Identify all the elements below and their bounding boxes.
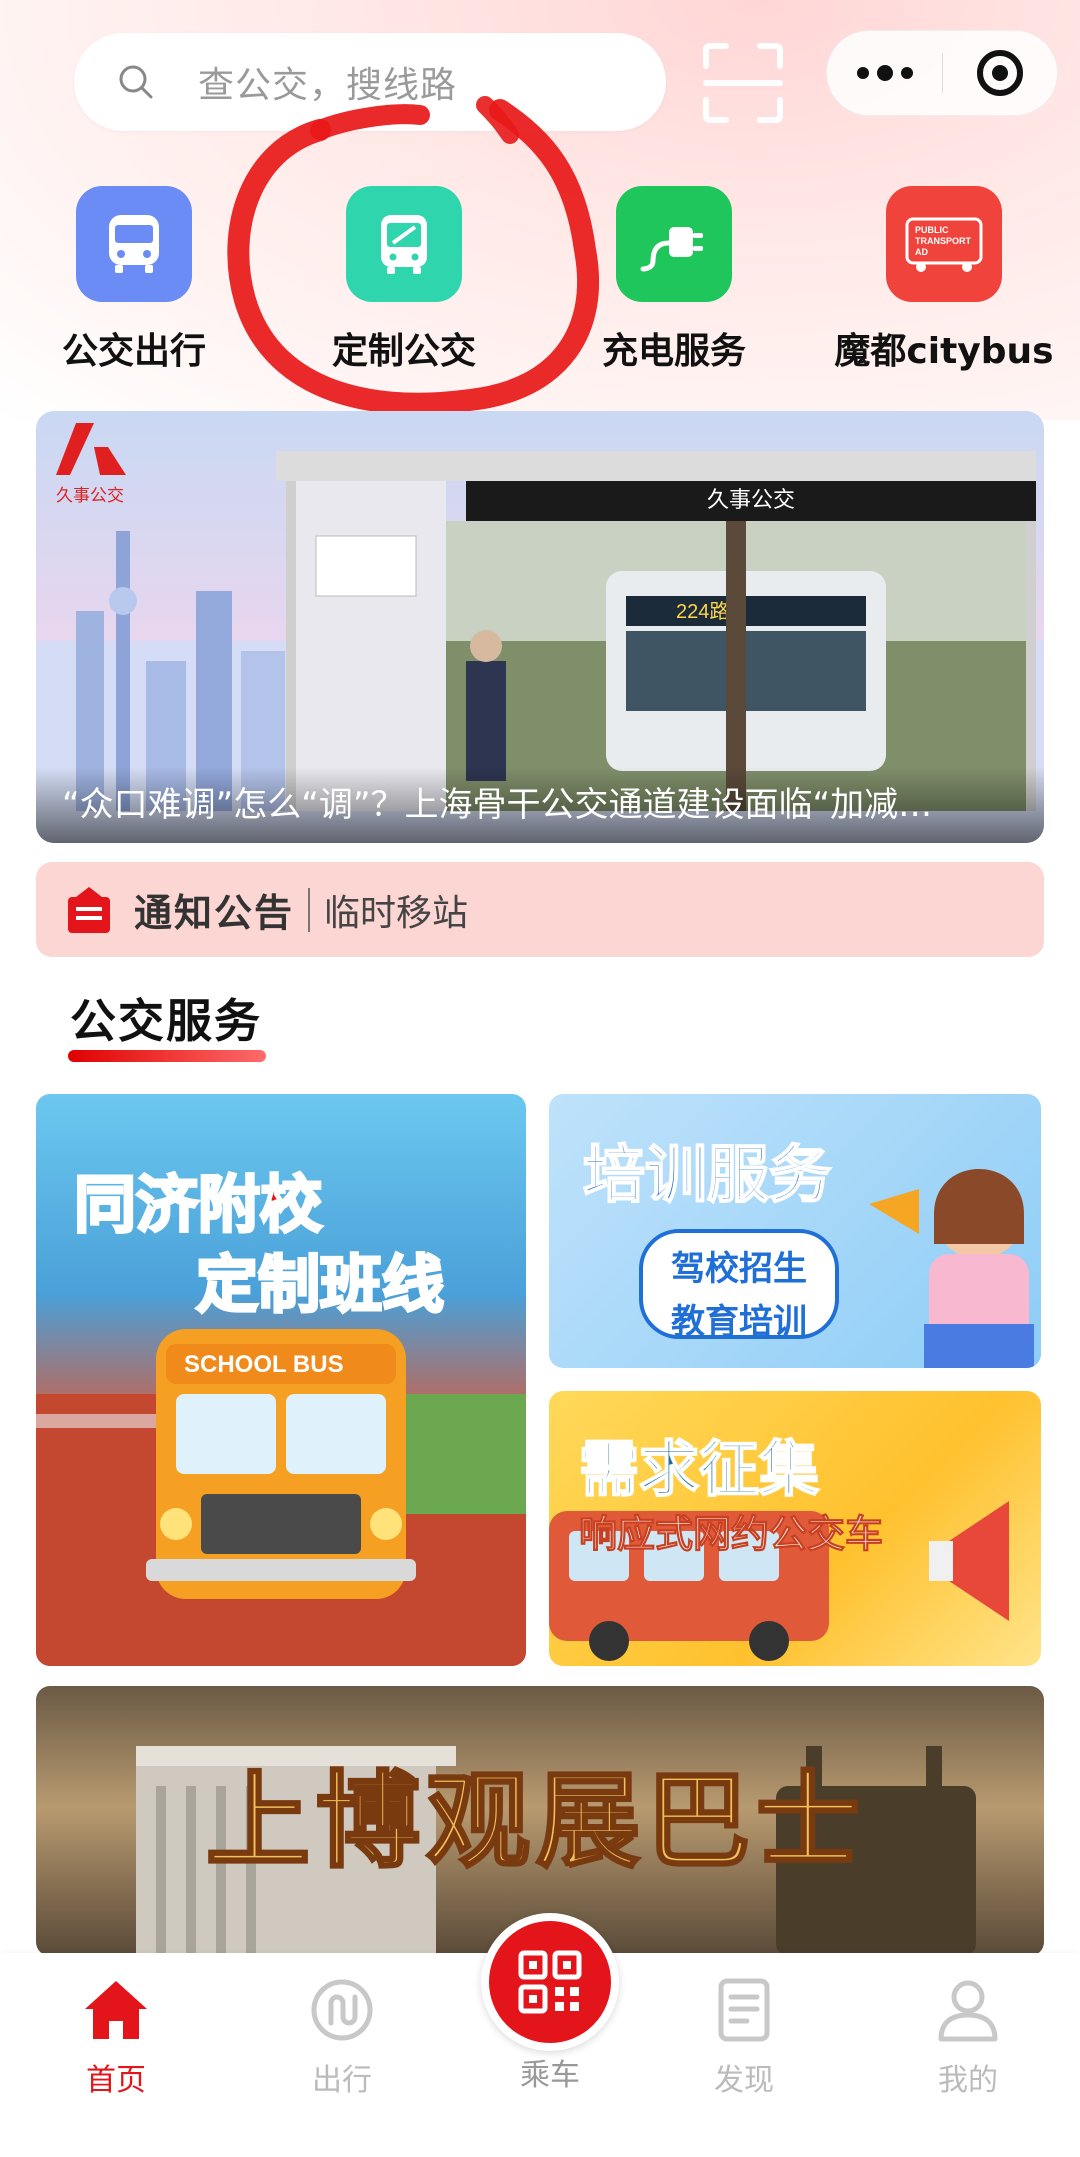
- training-card-title: 培训服务: [582, 1137, 832, 1212]
- svg-text:AD: AD: [915, 247, 928, 257]
- training-bubble: 驾校招生 教育培训: [639, 1229, 839, 1342]
- tab-label: 我的: [938, 2063, 998, 2098]
- quick-nav-label: 充电服务: [601, 331, 746, 372]
- card-demand-collection[interactable]: 需求征集 响应式网约公交车: [549, 1391, 1041, 1666]
- bus-icon: [76, 186, 192, 302]
- search-bar[interactable]: 查公交，搜线路: [74, 33, 666, 131]
- school-bus-sign: SCHOOL BUS: [184, 1351, 344, 1378]
- quick-nav-custom-bus[interactable]: 定制公交: [294, 186, 514, 374]
- scan-icon[interactable]: [700, 40, 786, 126]
- custom-bus-icon: [346, 186, 462, 302]
- jiushi-logo: 久事公交: [56, 423, 166, 506]
- qr-code-icon: [518, 1950, 582, 2014]
- search-placeholder: 查公交，搜线路: [198, 65, 458, 106]
- mini-program-capsule: [826, 30, 1058, 116]
- tab-label: 出行: [312, 2063, 372, 2098]
- quick-nav-charging[interactable]: 充电服务: [564, 186, 784, 374]
- search-icon: [119, 65, 153, 99]
- card-school-bus[interactable]: SCHOOL BUS 同济附校 定制班线: [36, 1094, 526, 1666]
- tab-discover[interactable]: 发现: [664, 1975, 824, 2099]
- museum-card-title: 上博观展巴士: [204, 1759, 867, 1884]
- public-transport-ad-icon: PUBLIC TRANSPORT AD: [886, 186, 1002, 302]
- notice-title: 通知公告: [134, 891, 295, 935]
- quick-nav-label: 公交出行: [61, 331, 206, 372]
- close-miniprogram-icon[interactable]: [943, 30, 1057, 116]
- svg-text:PUBLIC: PUBLIC: [915, 225, 949, 235]
- quick-nav-label: 定制公交: [331, 331, 476, 372]
- banner-caption: “众口难调”怎么“调”？上海骨干公交通道建设面临“加减…: [36, 767, 1044, 843]
- quick-nav-bus-travel[interactable]: 公交出行: [24, 186, 244, 374]
- section-title: 公交服务: [70, 994, 262, 1048]
- charging-plug-icon: [616, 186, 732, 302]
- tab-travel[interactable]: 出行: [262, 1975, 422, 2099]
- tab-mine[interactable]: 我的: [888, 1975, 1048, 2099]
- school-card-line1: 同济附校: [72, 1167, 323, 1243]
- more-options-icon[interactable]: [827, 30, 942, 116]
- demand-card-subtitle: 响应式网约公交车: [578, 1512, 884, 1557]
- training-card-line1: 驾校招生: [671, 1249, 807, 1289]
- logo-text: 久事公交: [56, 486, 124, 506]
- notice-divider: [308, 887, 311, 932]
- tab-label: 发现: [714, 2063, 774, 2098]
- school-card-line2: 定制班线: [194, 1247, 445, 1323]
- tab-label: 首页: [86, 2063, 146, 2098]
- training-card-line2: 教育培训: [671, 1302, 807, 1342]
- quick-nav-citybus[interactable]: PUBLIC TRANSPORT AD 魔都citybus: [834, 186, 1054, 374]
- svg-text:224路: 224路: [676, 600, 729, 623]
- tab-home[interactable]: 首页: [36, 1975, 196, 2099]
- notice-text: 临时移站: [324, 892, 469, 934]
- quick-nav-label: 魔都citybus: [834, 331, 1054, 372]
- user-profile-icon: [938, 1980, 998, 2042]
- svg-text:TRANSPORT: TRANSPORT: [915, 236, 972, 246]
- home-icon: [85, 1981, 147, 2039]
- card-training-service[interactable]: 培训服务 驾校招生 教育培训: [549, 1094, 1041, 1368]
- shelter-sign: 久事公交: [466, 481, 1036, 521]
- news-banner[interactable]: 224路 久事公交 久事公交 “众口难调”怎么“调”？上海骨干公交通道建设面临“…: [36, 411, 1044, 843]
- section-underline: [68, 1050, 266, 1062]
- travel-route-icon: [311, 1979, 373, 2041]
- ride-qr-button[interactable]: [481, 1913, 619, 2051]
- discover-document-icon: [718, 1978, 770, 2042]
- demand-card-title: 需求征集: [578, 1434, 820, 1506]
- notice-bar[interactable]: 通知公告 临时移站: [36, 862, 1044, 957]
- ride-label[interactable]: 乘车: [480, 2050, 620, 2094]
- notice-icon: [68, 886, 110, 933]
